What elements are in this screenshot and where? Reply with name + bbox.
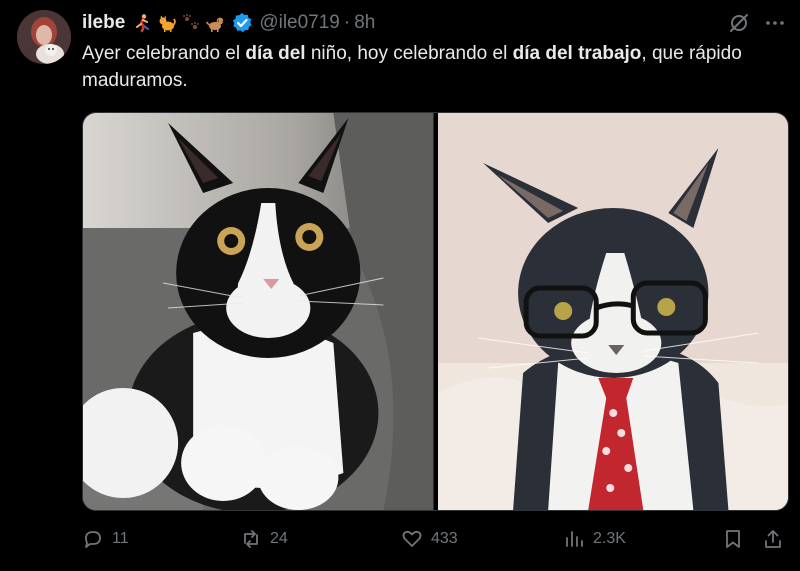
verified-badge-icon[interactable] xyxy=(231,12,253,34)
tweet-text-bold: día del xyxy=(245,43,306,64)
photo-kitten[interactable] xyxy=(83,113,434,510)
repost-icon xyxy=(244,530,258,548)
author-name[interactable]: ilebe xyxy=(82,12,125,34)
photo-cat-with-tie[interactable] xyxy=(437,113,788,510)
share-button[interactable] xyxy=(762,528,784,550)
analytics-icon xyxy=(566,531,583,547)
bookmark-button[interactable] xyxy=(722,528,744,550)
tweet-text-bold: día del trabajo xyxy=(512,43,642,64)
views-count: 2.3K xyxy=(593,530,626,547)
heart-icon xyxy=(402,530,422,547)
avatar[interactable] xyxy=(17,10,71,64)
more-options-icon[interactable] xyxy=(764,12,786,34)
tweet-actions: 11 24 433 2.3K xyxy=(82,524,786,554)
tweet-text: Ayer celebrando el día del niño, hoy cel… xyxy=(82,40,772,94)
reply-button[interactable]: 11 xyxy=(82,528,129,550)
paw-prints-emoji-icon xyxy=(183,14,200,30)
kitten-image xyxy=(83,113,434,510)
repost-button[interactable]: 24 xyxy=(240,528,288,550)
share-icon xyxy=(765,530,781,548)
header-actions xyxy=(728,12,786,34)
reply-icon xyxy=(85,531,101,548)
repost-count: 24 xyxy=(270,530,288,547)
like-button[interactable]: 433 xyxy=(401,528,458,550)
cat-emoji-icon xyxy=(159,15,177,32)
separator-dot: · xyxy=(343,12,351,33)
tweet-text-part: Ayer celebrando el xyxy=(82,43,246,64)
bookmark-icon xyxy=(726,530,740,548)
tweet-media xyxy=(82,112,789,511)
cat-with-tie-image xyxy=(437,113,788,510)
author-handle[interactable]: @ile0719 xyxy=(259,12,340,34)
grok-icon[interactable] xyxy=(728,12,750,34)
avatar-image xyxy=(17,10,71,64)
dog-emoji-icon xyxy=(206,17,225,32)
name-emojis xyxy=(133,13,225,33)
tweet-time[interactable]: 8h xyxy=(354,12,375,34)
reply-count: 11 xyxy=(112,530,129,547)
tweet-text-part: niño, hoy celebrando el xyxy=(305,43,513,64)
runner-emoji-icon xyxy=(136,14,150,33)
tweet-header: ilebe @ile0719 · 8h xyxy=(82,10,786,36)
like-count: 433 xyxy=(431,530,458,547)
views-button[interactable]: 2.3K xyxy=(563,528,626,550)
